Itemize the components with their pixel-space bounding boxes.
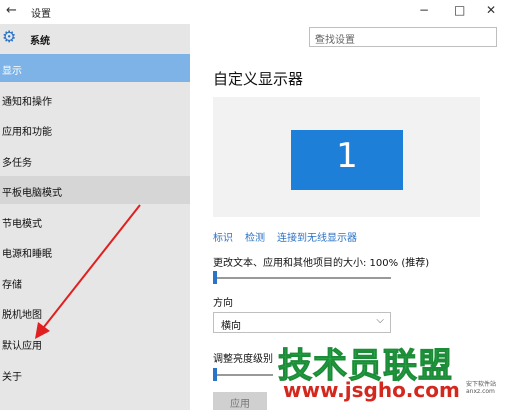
watermark-small: 安下软件站 anxz.com	[466, 381, 497, 395]
arrow-head	[35, 322, 50, 339]
watermark-url: www.jsgho.com	[283, 378, 460, 402]
arrow-shaft	[39, 204, 141, 333]
